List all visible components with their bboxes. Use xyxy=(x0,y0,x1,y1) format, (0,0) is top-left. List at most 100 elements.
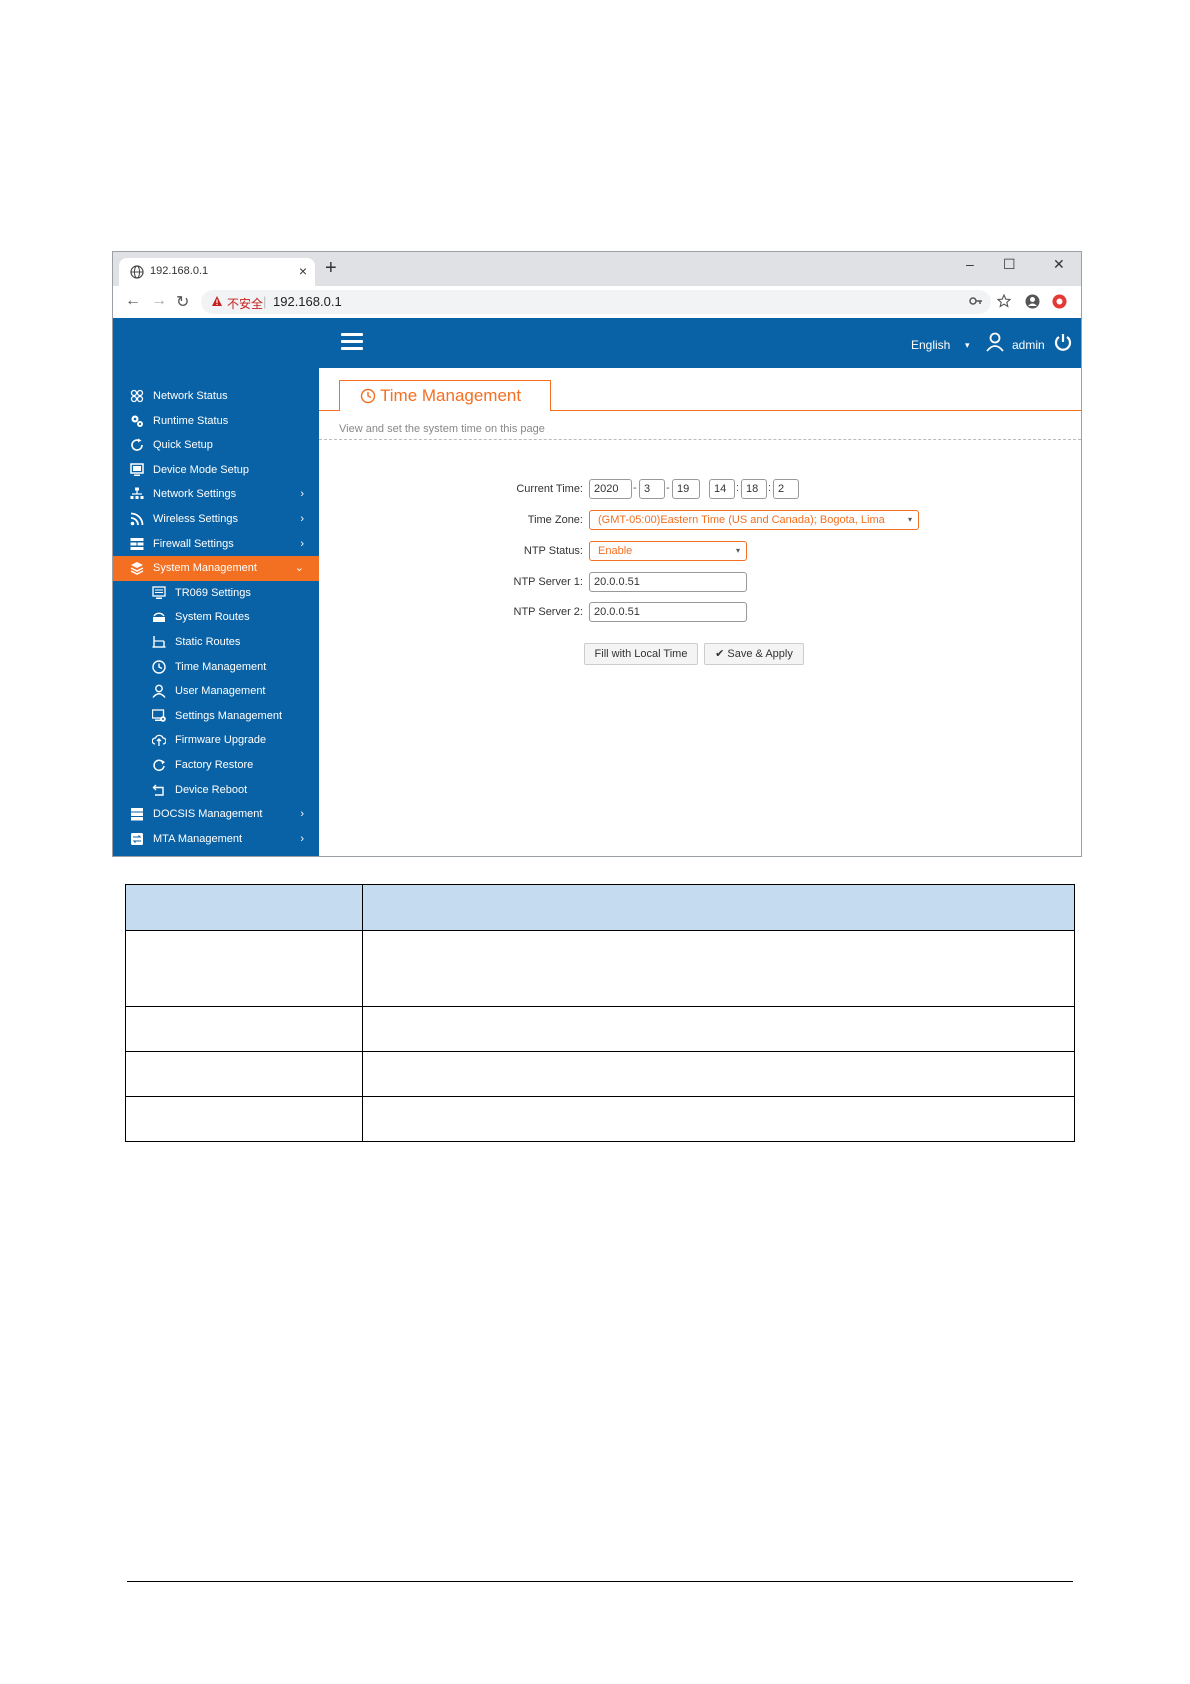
reload-icon[interactable]: ↻ xyxy=(176,292,189,312)
page-description: View and set the system time on this pag… xyxy=(339,423,545,435)
table-row-divider xyxy=(126,1096,1074,1097)
address-bar[interactable]: 不安全 | 192.168.0.1 xyxy=(201,290,991,314)
sidebar-item-label: Wireless Settings xyxy=(153,512,238,525)
tab-close-icon[interactable]: × xyxy=(299,263,307,279)
chevron-down-icon: ▾ xyxy=(735,546,740,555)
sidebar-item-user-management[interactable]: User Management xyxy=(113,679,319,704)
sidebar-item-label: Firmware Upgrade xyxy=(175,734,267,747)
table-row-divider xyxy=(126,1051,1074,1052)
clock-icon xyxy=(152,659,166,674)
sidebar-item-system-routes[interactable]: System Routes xyxy=(113,605,319,630)
language-selector[interactable]: English xyxy=(911,338,950,352)
ntp-status-select[interactable]: Enable ▾ xyxy=(589,541,747,561)
menu-toggle-icon[interactable] xyxy=(341,333,363,351)
maximize-icon[interactable]: ☐ xyxy=(1003,256,1016,273)
cloud-upload-icon xyxy=(152,735,166,747)
main-content: Time Management View and set the system … xyxy=(319,368,1081,856)
sidebar-item-label: System Routes xyxy=(175,611,250,624)
chevron-down-icon[interactable]: ▾ xyxy=(965,340,970,351)
parameter-table xyxy=(125,884,1075,1142)
time-separator: : xyxy=(768,482,772,494)
minute-input[interactable]: 18 xyxy=(741,479,767,499)
star-icon[interactable] xyxy=(997,294,1011,308)
sidebar-item-label: Device Mode Setup xyxy=(153,463,249,476)
ntp-server1-input[interactable]: 20.0.0.51 xyxy=(589,572,747,592)
hour-input[interactable]: 14 xyxy=(709,479,735,499)
sidebar-item-quick-setup[interactable]: Quick Setup xyxy=(113,433,319,458)
user-icon xyxy=(152,684,166,699)
settings-monitor-icon xyxy=(152,709,166,722)
sidebar-item-system-management[interactable]: System Management ⌄ xyxy=(113,556,319,581)
chevron-right-icon: › xyxy=(300,808,304,821)
ntp-server2-input[interactable]: 20.0.0.51 xyxy=(589,602,747,622)
sidebar-item-mta-management[interactable]: MTA Management › xyxy=(113,827,319,852)
sidebar-item-label: Device Reboot xyxy=(175,783,248,796)
network-status-icon xyxy=(130,389,144,403)
sidebar-item-firewall-settings[interactable]: Firewall Settings › xyxy=(113,532,319,557)
sidebar-item-time-management[interactable]: Time Management xyxy=(113,655,319,680)
chevron-down-icon: ⌄ xyxy=(294,562,304,575)
new-tab-icon[interactable]: + xyxy=(325,258,337,278)
chevron-right-icon: › xyxy=(300,512,304,525)
ntp-status-value: Enable xyxy=(598,545,633,557)
reboot-icon xyxy=(152,784,164,796)
minimize-icon[interactable]: – xyxy=(966,256,974,272)
date-separator: - xyxy=(633,482,637,494)
year-input[interactable]: 2020 xyxy=(589,479,632,499)
sidebar-item-label: User Management xyxy=(175,685,266,698)
refresh-circle-icon xyxy=(131,438,143,452)
browser-window: 192.168.0.1 × + – ☐ ✕ ← → ↻ 不安全 | 192.16… xyxy=(112,251,1082,857)
window-close-icon[interactable]: ✕ xyxy=(1053,256,1065,273)
rss-icon xyxy=(130,512,144,526)
mta-icon xyxy=(131,832,143,845)
sidebar-menu: Network Status Runtime Status Quick Setup D… xyxy=(113,384,319,851)
sidebar-item-tr069-settings[interactable]: TR069 Settings xyxy=(113,581,319,606)
date-separator: - xyxy=(666,482,670,494)
sitemap-icon xyxy=(130,487,144,500)
sidebar-item-label: Network Settings xyxy=(153,488,237,501)
day-input[interactable]: 19 xyxy=(672,479,700,499)
tr069-icon xyxy=(152,586,166,599)
ntp-server2-label: NTP Server 2: xyxy=(513,606,584,618)
docsis-icon xyxy=(131,808,143,821)
warning-icon xyxy=(212,296,222,306)
save-apply-button[interactable]: ✔ Save & Apply xyxy=(704,643,804,665)
username[interactable]: admin xyxy=(1012,338,1045,352)
extension-icon[interactable] xyxy=(1052,294,1067,309)
sidebar-item-label: Firewall Settings xyxy=(153,537,234,550)
url-text: 192.168.0.1 xyxy=(273,294,342,309)
fill-local-time-button[interactable]: Fill with Local Time xyxy=(584,643,698,665)
time-separator: : xyxy=(736,482,740,494)
sidebar-item-label: Time Management xyxy=(175,660,267,673)
sidebar-item-runtime-status[interactable]: Runtime Status xyxy=(113,409,319,434)
sidebar-item-docsis-management[interactable]: DOCSIS Management › xyxy=(113,802,319,827)
sidebar-item-label: Network Status xyxy=(153,390,228,402)
sidebar-item-network-settings[interactable]: Network Settings › xyxy=(113,482,319,507)
sidebar-item-device-reboot[interactable]: Device Reboot xyxy=(113,778,319,803)
sidebar-item-wireless-settings[interactable]: Wireless Settings › xyxy=(113,507,319,532)
power-icon[interactable] xyxy=(1053,332,1073,352)
security-warning: 不安全 xyxy=(227,297,264,311)
sidebar-item-factory-restore[interactable]: Factory Restore xyxy=(113,753,319,778)
sidebar-item-label: Settings Management xyxy=(175,709,283,722)
time-zone-value: (GMT-05:00)Eastern Time (US and Canada);… xyxy=(598,514,885,526)
time-zone-label: Time Zone: xyxy=(527,514,583,526)
sidebar-item-network-status[interactable]: Network Status xyxy=(113,384,319,409)
title-tab: Time Management xyxy=(339,380,551,411)
sidebar-item-firmware-upgrade[interactable]: Firmware Upgrade xyxy=(113,728,319,753)
current-time-label: Current Time: xyxy=(516,483,583,495)
chevron-down-icon: ▾ xyxy=(907,515,912,524)
back-icon[interactable]: ← xyxy=(125,292,141,310)
sidebar-item-static-routes[interactable]: Static Routes xyxy=(113,630,319,655)
second-input[interactable]: 2 xyxy=(773,479,799,499)
time-zone-select[interactable]: (GMT-05:00)Eastern Time (US and Canada);… xyxy=(589,510,919,530)
page-title: Time Management xyxy=(380,386,522,405)
account-icon[interactable] xyxy=(1025,294,1040,309)
month-input[interactable]: 3 xyxy=(639,479,665,499)
sidebar-item-settings-management[interactable]: Settings Management xyxy=(113,704,319,729)
key-icon[interactable] xyxy=(969,294,983,308)
browser-tab[interactable]: 192.168.0.1 × xyxy=(119,258,315,286)
forward-icon[interactable]: → xyxy=(151,292,167,310)
sidebar-item-device-mode-setup[interactable]: Device Mode Setup xyxy=(113,458,319,483)
monitor-icon xyxy=(130,463,144,476)
